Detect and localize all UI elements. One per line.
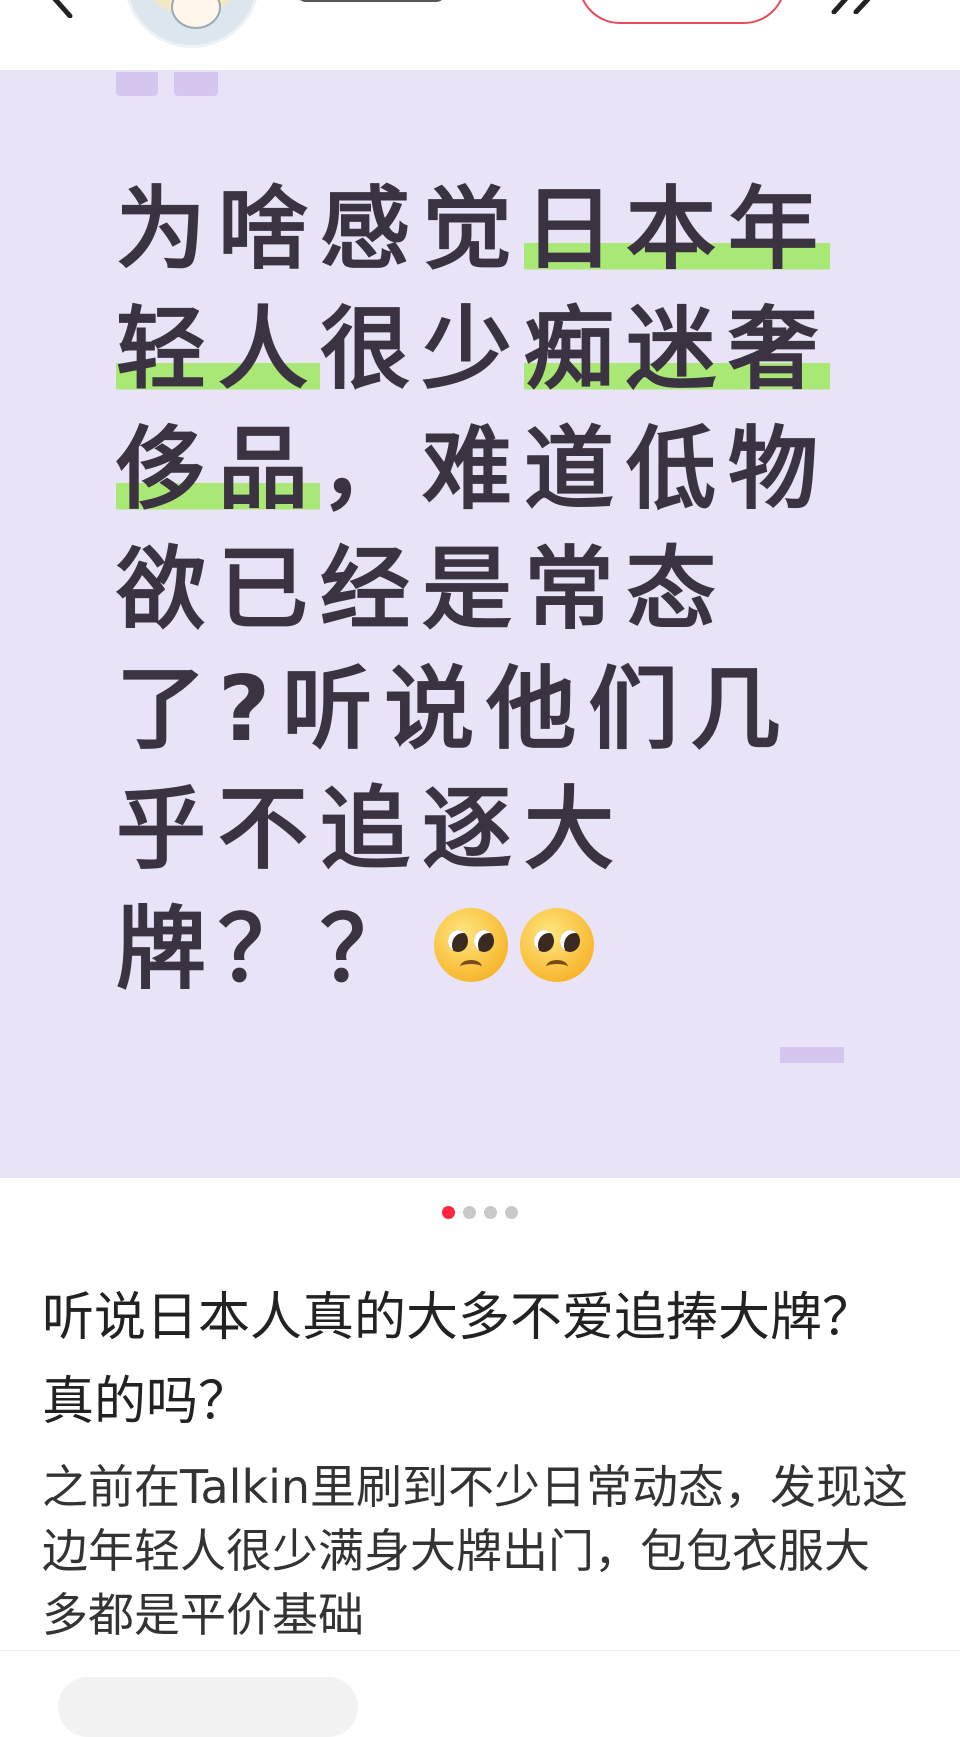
pagination-dot[interactable] bbox=[505, 1206, 518, 1219]
decorative-tab bbox=[116, 72, 158, 96]
pagination-dot-active[interactable] bbox=[442, 1206, 455, 1219]
card-headline: 为啥感觉日本年轻人很少痴迷奢侈品，难道低物欲已经是常态了?听说他们几乎不追逐大牌… bbox=[116, 170, 856, 1010]
decorative-tab bbox=[174, 72, 218, 96]
author-nickname[interactable] bbox=[296, 0, 446, 2]
decorative-bar bbox=[780, 1047, 844, 1063]
note-image-card[interactable]: 为啥感觉日本年轻人很少痴迷奢侈品，难道低物欲已经是常态了?听说他们几乎不追逐大牌… bbox=[0, 70, 960, 1178]
post-body: 之前在Talkin里刷到不少日常动态，发现这边年轻人很少满身大牌出门，包包衣服大… bbox=[42, 1460, 909, 1642]
image-pagination bbox=[0, 1206, 960, 1219]
avatar-face bbox=[171, 0, 221, 29]
headline-text: 很少 bbox=[320, 297, 524, 402]
pagination-dot[interactable] bbox=[484, 1206, 497, 1219]
top-bar: 关注 bbox=[0, 0, 960, 70]
back-arrow-icon[interactable] bbox=[40, 0, 80, 18]
headline-text: 为啥感觉 bbox=[116, 177, 524, 282]
avatar[interactable] bbox=[124, 0, 260, 48]
pleading-face-icon bbox=[434, 908, 508, 982]
bottom-action-bar bbox=[0, 1650, 960, 1737]
pleading-face-icon bbox=[520, 908, 594, 982]
comment-input[interactable] bbox=[58, 1677, 358, 1737]
pagination-dot[interactable] bbox=[463, 1206, 476, 1219]
follow-button[interactable]: 关注 bbox=[578, 0, 786, 24]
post-title: 听说日本人真的大多不爱追捧大牌？真的吗？ bbox=[42, 1288, 875, 1432]
share-icon[interactable] bbox=[826, 0, 892, 14]
